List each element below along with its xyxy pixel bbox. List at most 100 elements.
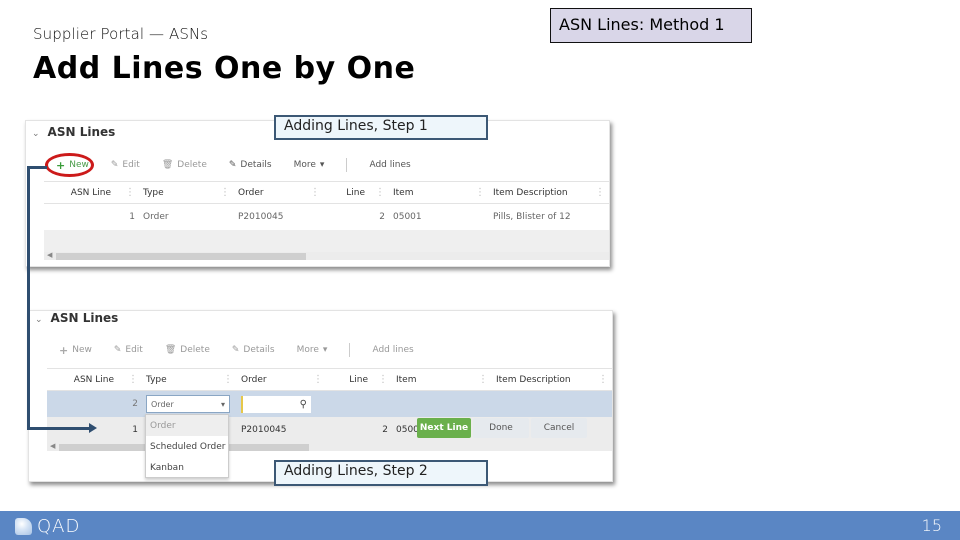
new-label: New (72, 345, 92, 355)
column-header[interactable]: Item ⋮ (389, 182, 489, 203)
column-label: Item (393, 187, 414, 198)
column-header[interactable]: Type ⋮ (139, 182, 234, 203)
footer-bar: QAD 15 (0, 511, 960, 540)
edit-button[interactable]: ✎ Edit (114, 345, 143, 355)
toolbar: + New ✎ Edit 🗑 Delete ✎ Details More ▾ Add li… (56, 156, 433, 174)
order-lookup-input[interactable]: ⚲ (241, 395, 311, 413)
order-cell: ⚲ (237, 391, 327, 417)
next-line-button[interactable]: Next Line (417, 418, 471, 438)
page-number: 15 (921, 516, 942, 535)
asn-lines-panel-step2: ⌄ ASN Lines + New ✎ Edit 🗑 Delete ✎ Details M… (28, 310, 613, 482)
column-label: Order (238, 187, 264, 198)
scrollbar-thumb[interactable] (56, 253, 306, 260)
more-label: More (293, 160, 316, 170)
column-menu-icon[interactable]: ⋮ (595, 187, 605, 198)
edit-button[interactable]: ✎ Edit (111, 160, 140, 170)
column-label: Item Description (493, 187, 568, 198)
column-menu-icon[interactable]: ⋮ (128, 374, 138, 385)
dropdown-option[interactable]: Order (146, 415, 228, 436)
row-action-buttons: Next Line Done Cancel (417, 418, 587, 438)
asn-lines-grid: ASN Line ⋮ Type ⋮ Order ⋮ Line ⋮ Item ⋮ Item … (44, 181, 609, 260)
asn-lines-grid: ASN Line ⋮ Type ⋮ Order ⋮ Line ⋮ Item ⋮ Item … (47, 368, 612, 451)
chevron-down-icon[interactable]: ⌄ (32, 129, 40, 139)
more-label: More (296, 345, 319, 355)
cell-item-description: Pills, Blister of 12 (493, 212, 571, 222)
column-menu-icon[interactable]: ⋮ (310, 187, 320, 198)
type-select[interactable]: Order ▾ (146, 395, 230, 413)
cell-line: 2 (379, 212, 385, 222)
column-menu-icon[interactable]: ⋮ (475, 187, 485, 198)
grid-header: ASN Line ⋮ Type ⋮ Order ⋮ Line ⋮ Item ⋮ Item … (47, 369, 612, 391)
column-header[interactable]: Line ⋮ (327, 369, 392, 390)
caret-down-icon: ▾ (220, 399, 225, 409)
column-menu-icon[interactable]: ⋮ (478, 374, 488, 385)
toolbar-divider (349, 343, 351, 357)
toolbar: + New ✎ Edit 🗑 Delete ✎ Details More ▾ Add li… (59, 341, 436, 359)
dropdown-option[interactable]: Scheduled Order (146, 436, 228, 457)
slide-subtitle: Supplier Portal — ASNs (33, 25, 209, 43)
toolbar-divider (346, 158, 348, 172)
grid-empty-area: ◀ (47, 442, 612, 451)
column-menu-icon[interactable]: ⋮ (375, 187, 385, 198)
column-header[interactable]: ASN Line ⋮ (44, 182, 139, 203)
column-menu-icon[interactable]: ⋮ (313, 374, 323, 385)
column-header[interactable]: Type ⋮ (142, 369, 237, 390)
column-menu-icon[interactable]: ⋮ (378, 374, 388, 385)
column-header[interactable]: Item Description ⋮ (492, 369, 612, 390)
add-lines-button[interactable]: Add lines (372, 345, 413, 355)
column-header[interactable]: Line ⋮ (324, 182, 389, 203)
panel-heading[interactable]: ⌄ ASN Lines (35, 311, 118, 325)
column-menu-icon[interactable]: ⋮ (223, 374, 233, 385)
column-header[interactable]: Order ⋮ (234, 182, 324, 203)
chevron-down-icon[interactable]: ⌄ (35, 315, 43, 325)
new-line-edit-row: 2 Order ▾ ⚲ (47, 391, 612, 417)
pencil-icon: ✎ (110, 160, 119, 170)
cell-type: Order (143, 212, 169, 222)
more-menu-button[interactable]: More ▾ (294, 160, 325, 170)
add-lines-button[interactable]: Add lines (369, 160, 410, 170)
horizontal-scrollbar[interactable]: ◀ (44, 251, 609, 260)
plus-icon: + (59, 343, 69, 357)
qad-logo: QAD (15, 516, 80, 537)
cell-order: P2010045 (238, 212, 284, 222)
column-header[interactable]: Item ⋮ (392, 369, 492, 390)
cancel-button[interactable]: Cancel (531, 418, 587, 438)
grid-empty-area: ◀ (44, 230, 609, 260)
column-header[interactable]: ASN Line ⋮ (47, 369, 142, 390)
column-label: ASN Line (70, 187, 111, 198)
column-label: Type (143, 187, 164, 198)
step2-callout: Adding Lines, Step 2 (274, 460, 488, 486)
column-label: Type (146, 374, 167, 385)
grid-header: ASN Line ⋮ Type ⋮ Order ⋮ Line ⋮ Item ⋮ Item … (44, 182, 609, 204)
horizontal-scrollbar[interactable]: ◀ (47, 442, 612, 451)
delete-button[interactable]: 🗑 Delete (162, 160, 207, 170)
column-menu-icon[interactable]: ⋮ (598, 374, 608, 385)
scroll-left-icon[interactable]: ◀ (50, 442, 55, 450)
column-menu-icon[interactable]: ⋮ (125, 187, 135, 198)
dropdown-option[interactable]: Kanban (146, 457, 228, 478)
new-button[interactable]: + New (59, 344, 92, 357)
delete-button[interactable]: 🗑 Delete (165, 345, 210, 355)
method-label-box: ASN Lines: Method 1 (550, 8, 752, 43)
done-button[interactable]: Done (473, 418, 529, 438)
details-button[interactable]: ✎ Details (229, 160, 272, 170)
trash-icon: 🗑 (161, 160, 174, 170)
panel-heading[interactable]: ⌄ ASN Lines (32, 125, 115, 139)
trash-icon: 🗑 (164, 345, 177, 355)
column-label: ASN Line (73, 374, 114, 385)
table-row[interactable]: 1 Order P2010045 2 05001 Pills, Blister … (44, 204, 609, 230)
column-header[interactable]: Order ⋮ (237, 369, 327, 390)
search-icon[interactable]: ⚲ (300, 399, 307, 410)
connector-line-bottom (27, 427, 90, 430)
edit-details-icon: ✎ (228, 160, 237, 170)
more-menu-button[interactable]: More ▾ (297, 345, 328, 355)
edit-label: Edit (122, 160, 140, 170)
cell-item: 05001 (393, 212, 422, 222)
column-menu-icon[interactable]: ⋮ (220, 187, 230, 198)
column-header[interactable]: Item Description ⋮ (489, 182, 609, 203)
cell-order: P2010045 (241, 425, 287, 435)
details-button[interactable]: ✎ Details (232, 345, 275, 355)
caret-down-icon: ▾ (322, 345, 328, 355)
scroll-left-icon[interactable]: ◀ (47, 251, 52, 259)
add-lines-label: Add lines (369, 160, 411, 170)
